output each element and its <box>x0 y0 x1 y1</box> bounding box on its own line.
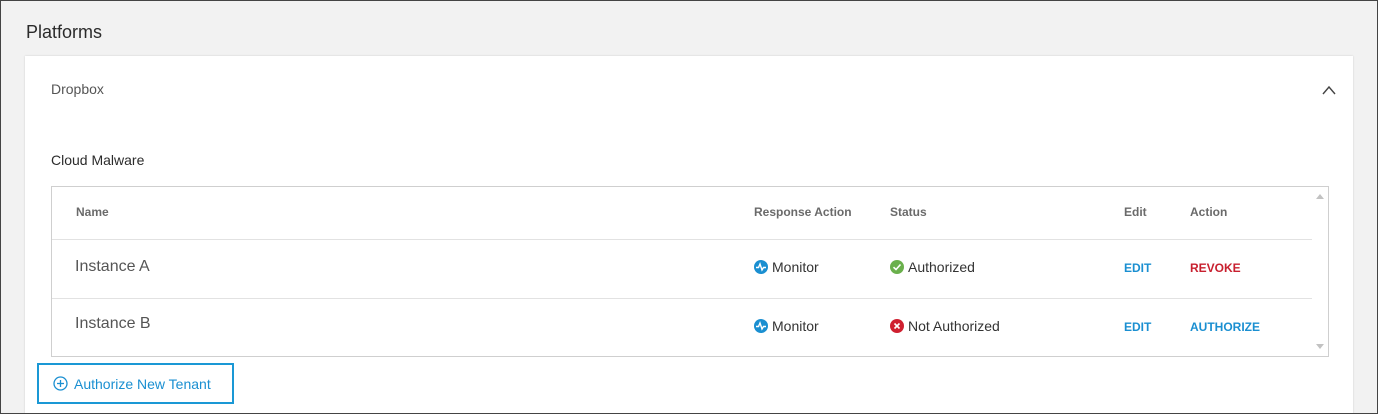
response-action-label: Monitor <box>772 259 819 275</box>
edit-button[interactable]: EDIT <box>1124 320 1151 334</box>
column-header-edit: Edit <box>1124 205 1147 219</box>
activity-icon <box>754 319 768 333</box>
page-title: Platforms <box>26 22 103 42</box>
scroll-down-arrow-icon[interactable] <box>1316 344 1324 349</box>
status-label: Authorized <box>908 259 975 275</box>
scroll-up-arrow-icon[interactable] <box>1316 194 1324 199</box>
authorize-new-tenant-button[interactable]: Authorize New Tenant <box>37 363 234 404</box>
response-action: Monitor <box>754 259 819 275</box>
chevron-up-icon[interactable] <box>1322 85 1336 95</box>
activity-icon <box>754 260 768 274</box>
plus-circle-icon <box>53 376 68 391</box>
authorize-new-tenant-label: Authorize New Tenant <box>74 375 211 392</box>
panel-title: Dropbox <box>51 81 104 97</box>
status-label: Not Authorized <box>908 318 1000 334</box>
column-header-status: Status <box>890 205 927 219</box>
table-scrollbar[interactable] <box>1312 187 1328 356</box>
status-badge: Authorized <box>890 259 975 275</box>
instance-name: Instance B <box>75 315 151 332</box>
x-circle-icon <box>890 319 904 333</box>
revoke-button[interactable]: REVOKE <box>1190 261 1241 275</box>
authorize-button[interactable]: AUTHORIZE <box>1190 320 1260 334</box>
check-circle-icon <box>890 260 904 274</box>
row-divider <box>52 298 1312 299</box>
instance-name: Instance A <box>75 258 150 275</box>
column-header-action: Action <box>1190 205 1228 219</box>
header-divider <box>52 239 1312 240</box>
column-header-response-action: Response Action <box>754 205 852 219</box>
response-action-label: Monitor <box>772 318 819 334</box>
column-header-name: Name <box>76 205 109 219</box>
platform-panel: Dropbox Cloud Malware Name Response Acti… <box>25 56 1353 414</box>
response-action: Monitor <box>754 318 819 334</box>
edit-button[interactable]: EDIT <box>1124 261 1151 275</box>
section-title: Cloud Malware <box>51 152 145 168</box>
instances-table: Name Response Action Status Edit Action … <box>51 186 1329 357</box>
status-badge: Not Authorized <box>890 318 1000 334</box>
